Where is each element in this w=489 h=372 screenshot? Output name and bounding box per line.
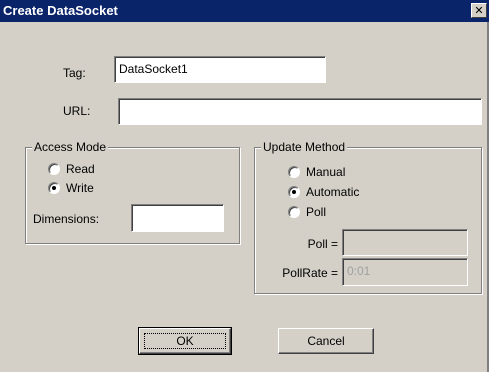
radio-write-label: Write	[66, 181, 94, 195]
radio-selected-dot	[52, 186, 56, 190]
cancel-button[interactable]: Cancel	[278, 328, 374, 354]
radio-read-label: Read	[66, 162, 95, 176]
pollrate-label: PollRate =	[282, 266, 338, 280]
radio-write-button[interactable]	[48, 182, 60, 194]
ok-button[interactable]: OK	[138, 327, 232, 355]
access-mode-title: Access Mode	[32, 140, 109, 154]
poll-input[interactable]	[342, 229, 468, 256]
cancel-button-label: Cancel	[307, 334, 345, 348]
radio-automatic-label: Automatic	[306, 185, 360, 199]
radio-poll-button[interactable]	[288, 206, 300, 218]
dimensions-input[interactable]	[131, 204, 224, 232]
pollrate-input[interactable]: 0:01	[342, 258, 468, 286]
poll-label: Poll =	[307, 237, 338, 251]
radio-automatic[interactable]: Automatic	[288, 184, 388, 200]
dimensions-label: Dimensions:	[33, 212, 100, 226]
radio-poll[interactable]: Poll	[288, 204, 388, 220]
radio-read-button[interactable]	[48, 163, 60, 175]
tag-input[interactable]: DataSocket1	[114, 56, 326, 83]
radio-manual-label: Manual	[306, 165, 346, 179]
ok-button-label: OK	[176, 334, 194, 348]
radio-automatic-button[interactable]	[288, 186, 300, 198]
close-button[interactable]: ✕	[471, 3, 487, 18]
radio-poll-label: Poll	[306, 205, 327, 219]
radio-manual-button[interactable]	[288, 166, 300, 178]
dialog-title: Create DataSocket	[3, 3, 118, 18]
title-bar[interactable]: Create DataSocket ✕	[0, 0, 489, 22]
update-method-title: Update Method	[261, 140, 348, 154]
create-datasocket-dialog: Create DataSocket ✕ Tag: DataSocket1 URL…	[0, 0, 489, 372]
tag-label: Tag:	[63, 66, 86, 80]
radio-write[interactable]: Write	[48, 180, 128, 196]
radio-read[interactable]: Read	[48, 161, 128, 177]
url-input[interactable]	[118, 98, 482, 125]
url-label: URL:	[63, 104, 91, 118]
close-icon: ✕	[474, 4, 484, 17]
radio-selected-dot	[292, 190, 296, 194]
radio-manual[interactable]: Manual	[288, 164, 388, 180]
